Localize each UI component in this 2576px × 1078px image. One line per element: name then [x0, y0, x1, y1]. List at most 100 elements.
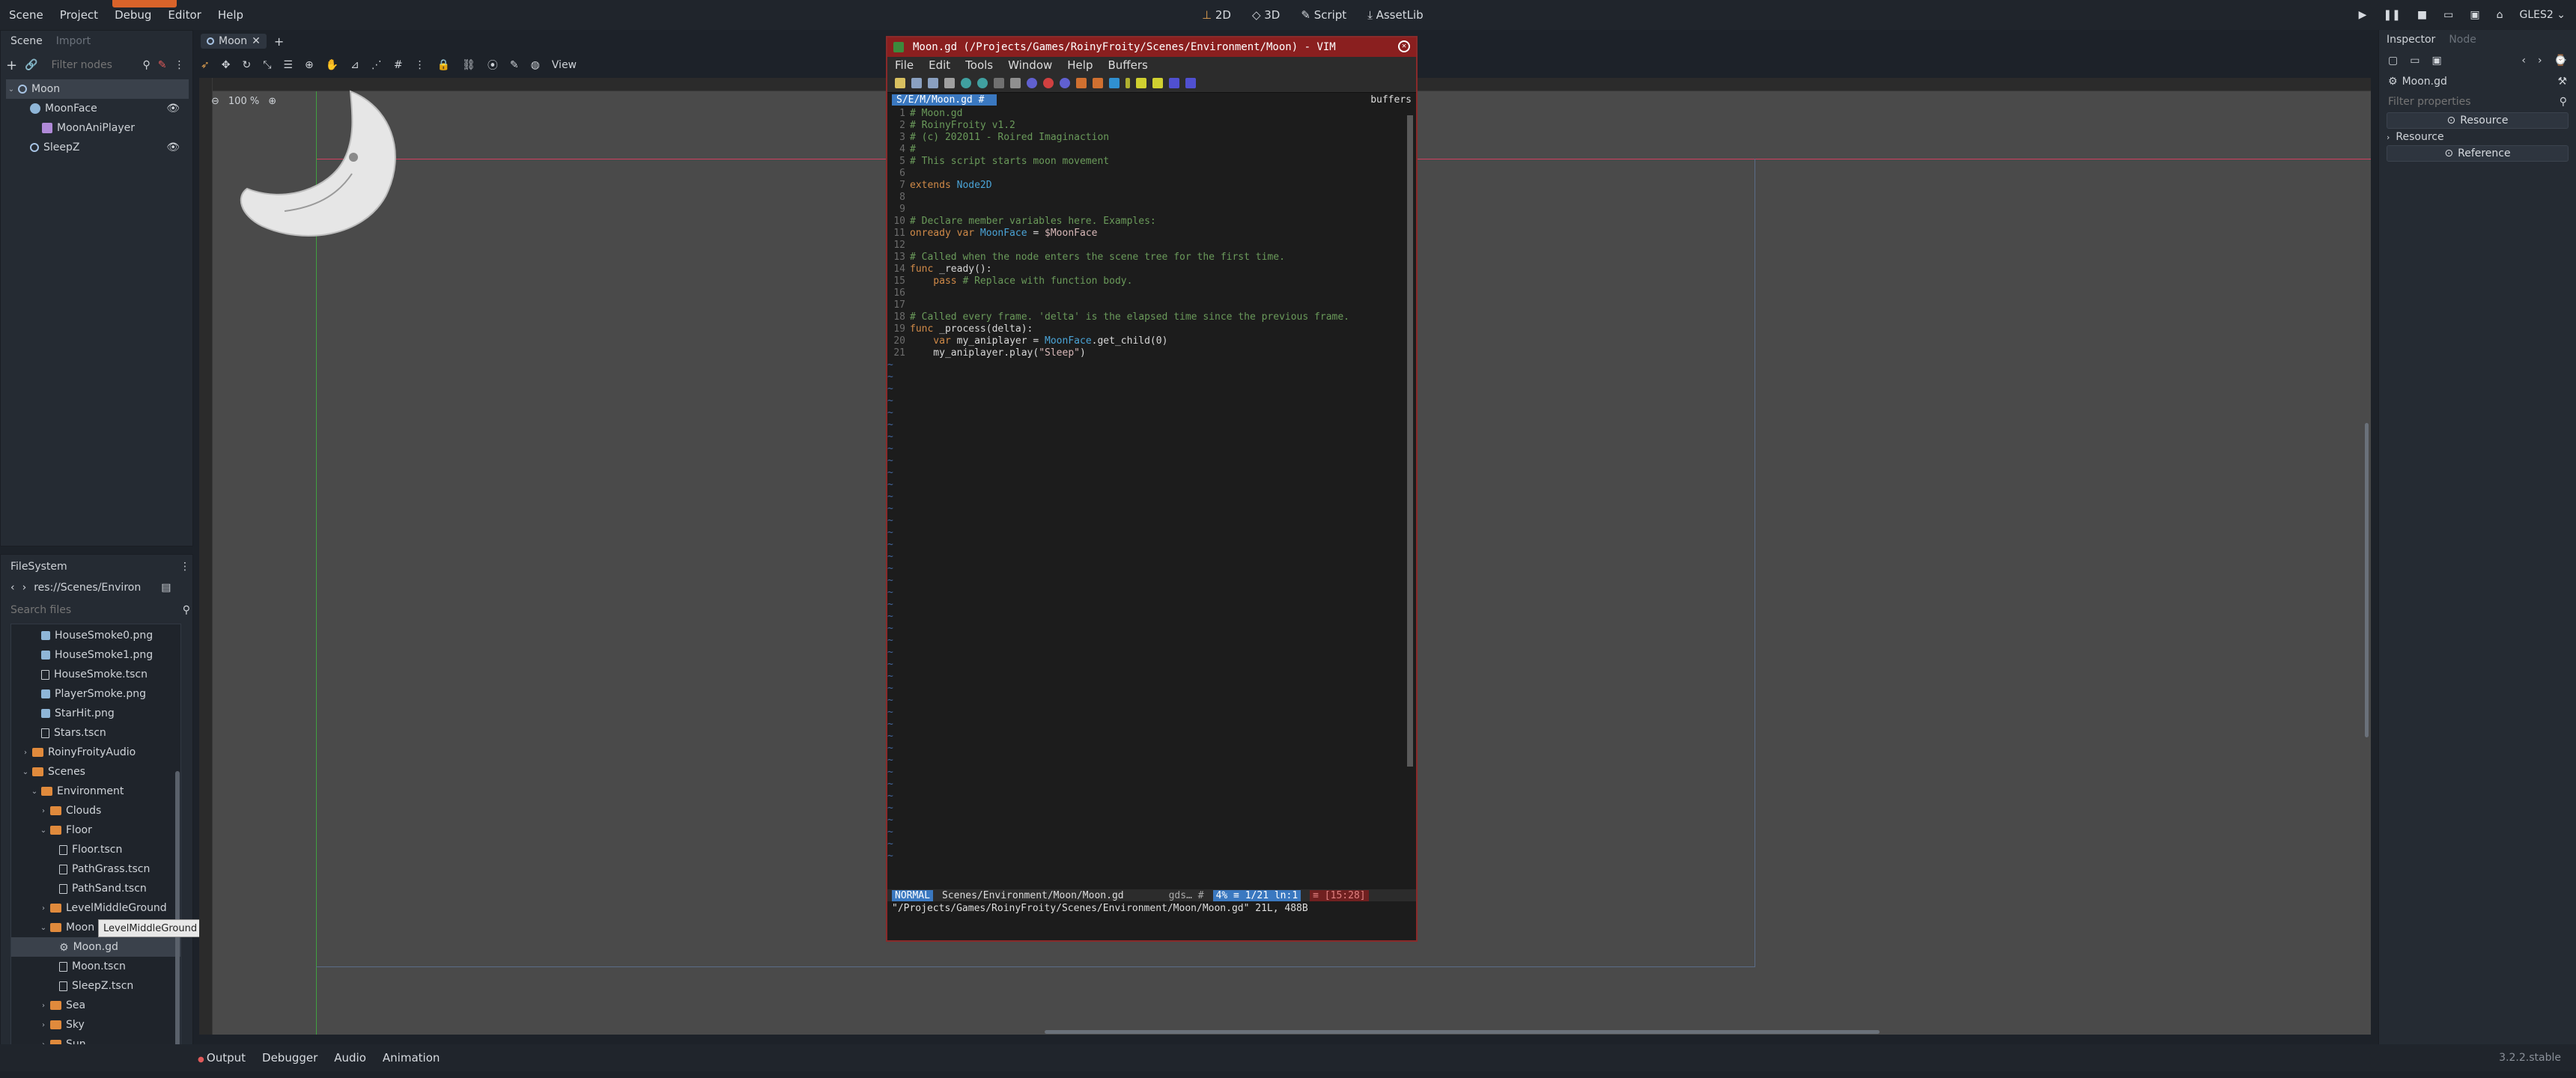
move-tool-icon[interactable]: ✥ [222, 59, 231, 71]
select-tool-icon[interactable]: ➶ [201, 59, 210, 71]
vim-menu-help[interactable]: Help [1067, 58, 1093, 72]
find-icon[interactable] [1027, 77, 1037, 88]
scene-node-moon[interactable]: ⌄ Moon [6, 79, 189, 99]
chevron-right-icon[interactable]: › [38, 1002, 49, 1010]
print-icon[interactable] [944, 77, 955, 88]
vim-menu-edit[interactable]: Edit [929, 58, 950, 72]
vim-code-area[interactable]: 1 # Moon.gd 2 # RoinyFroity v1.2 3 # (c) 2020… [887, 106, 1416, 889]
redo-icon[interactable] [977, 77, 988, 88]
new-tab-icon[interactable]: + [274, 34, 284, 49]
search-files-input[interactable] [10, 604, 160, 616]
file-item[interactable]: Floor.tscn [11, 840, 180, 859]
new-resource-icon[interactable]: ▢ [2388, 55, 2398, 67]
split-mode-icon[interactable]: ▤ [161, 582, 171, 594]
shell-icon[interactable] [1136, 77, 1146, 88]
scene-node-moonface[interactable]: MoonFace 👁 [6, 99, 189, 118]
file-item[interactable]: HouseSmoke1.png [11, 645, 180, 665]
subsection-resource[interactable]: › Resource [2379, 129, 2576, 145]
pivot-icon[interactable]: ⊕ [305, 59, 314, 71]
moon-sprite[interactable] [232, 84, 412, 249]
file-item[interactable]: HouseSmoke0.png [11, 626, 180, 645]
file-item[interactable]: PathSand.tscn [11, 879, 180, 898]
tab-inspector[interactable]: Inspector [2387, 34, 2435, 46]
file-item[interactable]: PlayerSmoke.png [11, 684, 180, 704]
smart-snap-icon[interactable]: ⋰ [371, 59, 382, 71]
mode-assetlib-button[interactable]: ⤓ AssetLib [1367, 8, 1423, 22]
vim-menu-file[interactable]: File [895, 58, 914, 72]
vim-menu-tools[interactable]: Tools [965, 58, 993, 72]
h-scrollbar[interactable] [1045, 1030, 1880, 1034]
filesystem-scrollbar[interactable] [175, 771, 180, 1048]
help-find-icon[interactable] [1185, 77, 1196, 88]
grid-snap-icon[interactable]: # [394, 59, 403, 71]
ruler-tool-icon[interactable]: ⊿ [350, 59, 359, 71]
load-resource-icon[interactable]: ▭ [2410, 55, 2419, 67]
file-item[interactable]: PathGrass.tscn [11, 859, 180, 879]
find-next-icon[interactable] [1043, 77, 1054, 88]
file-item[interactable]: SleepZ.tscn [11, 976, 180, 996]
file-item[interactable]: HouseSmoke.tscn [11, 665, 180, 684]
file-item[interactable]: ⌄ Scenes [11, 762, 180, 782]
save-resource-icon[interactable]: ▣ [2431, 55, 2441, 67]
zoom-out-icon[interactable]: ⊖ [211, 96, 219, 107]
menu-debug[interactable]: Debug [115, 8, 151, 22]
cut-icon[interactable] [994, 77, 1004, 88]
undo-icon[interactable] [961, 77, 971, 88]
chevron-down-icon[interactable]: ⌄ [6, 85, 16, 94]
bottom-tab-audio[interactable]: Audio [334, 1051, 366, 1065]
vim-titlebar[interactable]: Moon.gd (/Projects/Games/RoinyFroity/Sce… [887, 37, 1416, 57]
mode-3d-button[interactable]: ◇ 3D [1252, 8, 1280, 22]
visibility-eye-icon[interactable]: 👁 [166, 141, 180, 153]
vim-buffer-tab[interactable]: S/E/M/Moon.gd # [892, 94, 997, 106]
file-item[interactable]: ⌄ Environment [11, 782, 180, 801]
pause-icon[interactable]: ❚❚ [2383, 9, 2400, 21]
history-back-icon[interactable]: ‹ [2521, 55, 2526, 67]
filter-properties-input[interactable] [2388, 96, 2560, 108]
menu-editor[interactable]: Editor [168, 8, 201, 22]
tab-scene[interactable]: Scene [10, 35, 43, 47]
section-reference[interactable]: ⊙ Reference [2387, 145, 2569, 162]
bone-icon[interactable]: ✎ [510, 59, 519, 71]
file-item[interactable]: StarHit.png [11, 704, 180, 723]
chevron-right-icon[interactable]: › [20, 749, 31, 757]
tags-icon[interactable] [1152, 77, 1163, 88]
list-select-icon[interactable]: ☰ [283, 59, 293, 71]
play-icon[interactable]: ▶ [2359, 9, 2367, 21]
view-menu[interactable]: View [552, 59, 577, 71]
scene-node-moonaniplayer[interactable]: MoonAniPlayer [6, 118, 189, 138]
menu-help[interactable]: Help [218, 8, 243, 22]
mode-script-button[interactable]: ✎ Script [1301, 8, 1346, 22]
add-node-icon[interactable]: + [6, 58, 17, 73]
visibility-eye-icon[interactable]: 👁 [166, 103, 180, 115]
chevron-right-icon[interactable]: › [38, 807, 49, 815]
file-item[interactable]: ⚙ Moon.gd [11, 937, 180, 957]
lock-icon[interactable]: 🔒 [437, 59, 450, 71]
tab-moon[interactable]: Moon ✕ [201, 34, 267, 49]
file-item[interactable]: › LevelMiddleGround [11, 898, 180, 918]
save-icon[interactable] [911, 77, 922, 88]
mode-2d-button[interactable]: ⊥ 2D [1202, 8, 1231, 22]
menu-project[interactable]: Project [60, 8, 98, 22]
camera-override-icon[interactable]: ◍ [531, 59, 540, 71]
bottom-tab-output[interactable]: ● Output [198, 1051, 246, 1065]
section-resource[interactable]: ⊙ Resource [2387, 112, 2569, 129]
load-session-icon[interactable] [1076, 77, 1087, 88]
save-all-icon[interactable] [928, 77, 938, 88]
make-icon[interactable] [1126, 77, 1130, 88]
copy-icon[interactable] [1010, 77, 1021, 88]
vim-scrollbar[interactable] [1407, 115, 1413, 767]
file-item[interactable]: ⌄ Floor [11, 820, 180, 840]
file-item[interactable]: Stars.tscn [11, 723, 180, 743]
history-forward-icon[interactable]: › [2538, 55, 2542, 67]
play-scene-icon[interactable]: ▭ [2443, 9, 2453, 21]
chevron-down-icon[interactable]: ⌄ [20, 768, 31, 776]
filter-nodes-input[interactable] [45, 55, 136, 75]
v-scrollbar[interactable] [2365, 423, 2369, 737]
file-item[interactable]: › RoinyFroityAudio [11, 743, 180, 762]
group-icon[interactable]: ⛓ [462, 59, 476, 71]
back-icon[interactable]: ‹ [10, 582, 15, 594]
remote-debug-icon[interactable]: ⌂ [2497, 9, 2503, 21]
file-item[interactable]: › Sky [11, 1015, 180, 1035]
chevron-down-icon[interactable]: ⌄ [38, 826, 49, 835]
rotate-tool-icon[interactable]: ↻ [242, 59, 251, 71]
